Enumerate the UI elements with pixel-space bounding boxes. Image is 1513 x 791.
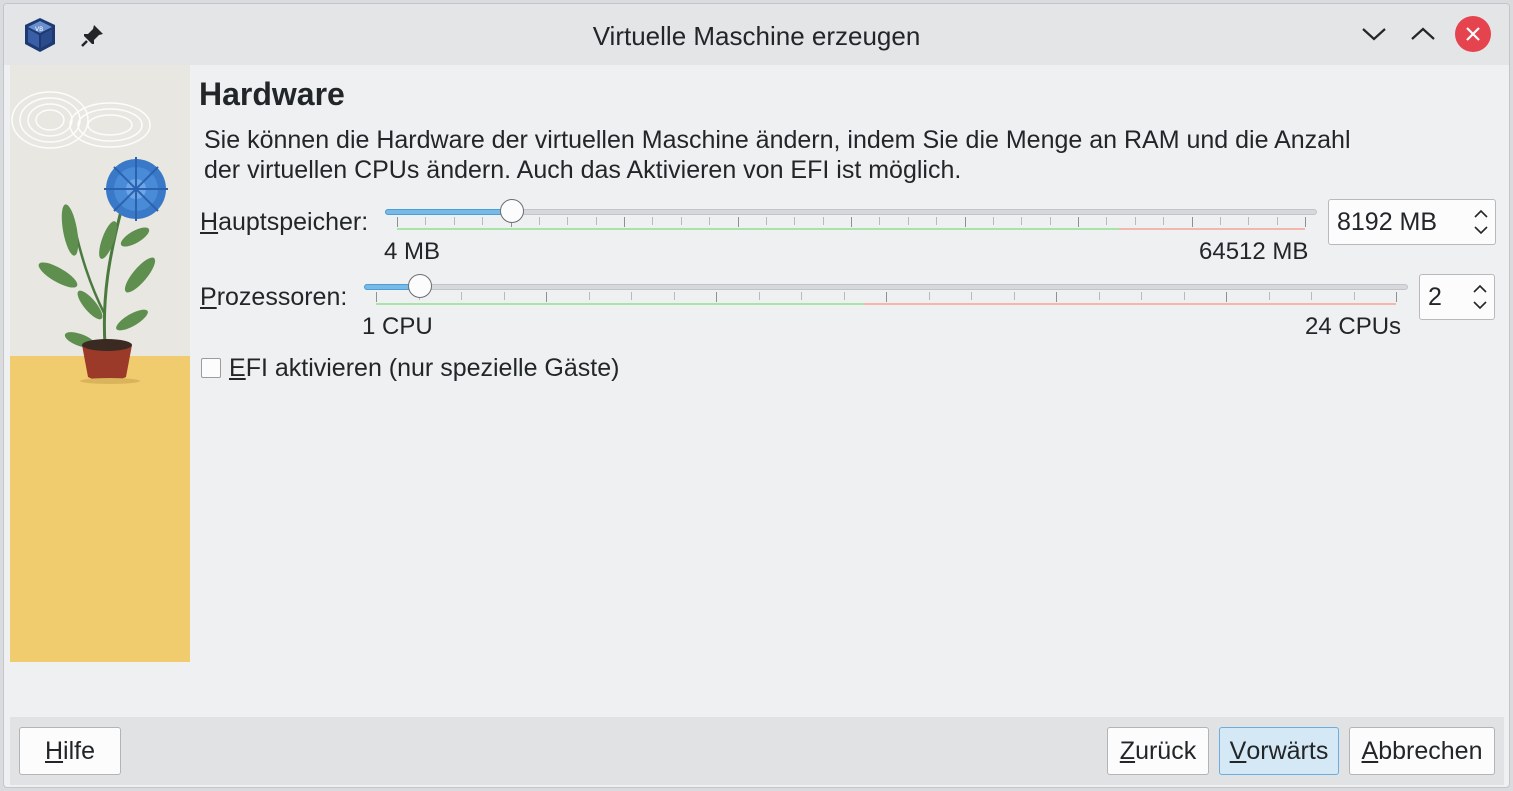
slider-tick	[680, 217, 682, 225]
slider-tick	[1311, 292, 1312, 300]
slider-tick	[503, 292, 505, 300]
memory-slider[interactable]	[385, 199, 1317, 233]
slider-ticks	[385, 217, 1317, 230]
slider-track	[385, 209, 1317, 215]
slider-tick	[709, 217, 711, 225]
efi-checkbox[interactable]	[201, 358, 221, 378]
slider-tick	[1013, 292, 1015, 300]
slider-tick	[538, 217, 540, 225]
slider-tick	[737, 217, 739, 227]
chevron-down-icon	[1362, 28, 1386, 41]
memory-label: Hauptspeicher:	[200, 208, 369, 236]
slider-tick	[1226, 292, 1227, 302]
cancel-button[interactable]: Abbrechen	[1349, 727, 1495, 775]
slider-tick	[907, 217, 909, 225]
processors-max-label: 24 CPUs	[1305, 313, 1402, 340]
spin-arrows-icon[interactable]	[1472, 282, 1488, 312]
memory-value: 8192 MB	[1337, 208, 1438, 236]
maximize-button[interactable]	[1405, 16, 1441, 52]
slider-tick	[1248, 217, 1250, 225]
slider-tick	[588, 292, 590, 300]
slider-tick	[765, 217, 767, 225]
close-icon	[1466, 27, 1480, 41]
slider-tick	[1191, 217, 1193, 227]
processors-slider[interactable]	[364, 274, 1408, 308]
processors-value: 2	[1428, 283, 1442, 311]
chevron-up-icon	[1411, 27, 1435, 40]
efi-label[interactable]: EFI aktivieren (nur spezielle Gäste)	[229, 354, 619, 383]
slider-tick	[1183, 292, 1185, 300]
slider-tick	[1305, 217, 1306, 227]
slider-tick	[1219, 217, 1221, 225]
next-button[interactable]: Vorwärts	[1219, 727, 1339, 775]
slider-tick	[716, 292, 717, 302]
slider-tick	[1276, 217, 1278, 225]
slider-tick	[886, 292, 887, 302]
slider-tick	[1098, 292, 1100, 300]
memory-min-label: 4 MB	[384, 238, 441, 265]
button-bar: Hilfe Zurück Vorwärts Abbrechen	[10, 717, 1504, 785]
dialog-window: VB Virtuelle Maschine erzeugen Hardware …	[3, 3, 1510, 788]
slider-tick	[376, 292, 377, 302]
wizard-illustration	[10, 65, 190, 662]
slider-tick	[843, 292, 845, 300]
processors-min-label: 1 CPU	[362, 313, 433, 340]
slider-tick	[546, 292, 547, 302]
slider-tick	[1141, 292, 1142, 300]
slider-tick	[971, 292, 972, 300]
spin-arrows-icon[interactable]	[1473, 207, 1489, 237]
slider-tick	[1106, 217, 1108, 225]
close-button[interactable]	[1455, 16, 1491, 52]
slider-tick	[992, 217, 994, 225]
page-description: Sie können die Hardware der virtuellen M…	[204, 126, 1351, 184]
slider-tick	[673, 292, 675, 300]
recommended-range	[376, 303, 864, 305]
excessive-range	[1118, 228, 1305, 230]
page-title: Hardware	[199, 76, 345, 112]
slider-tick	[928, 292, 930, 300]
memory-max-label: 64512 MB	[1199, 238, 1309, 265]
slider-track	[364, 284, 1408, 290]
slider-tick	[936, 217, 938, 225]
slider-tick	[879, 217, 881, 225]
excessive-range	[863, 303, 1396, 305]
title-bar: VB Virtuelle Maschine erzeugen	[4, 4, 1509, 65]
slider-tick	[1268, 292, 1270, 300]
slider-tick	[1021, 217, 1023, 225]
slider-tick	[1163, 217, 1165, 225]
window-title: Virtuelle Maschine erzeugen	[592, 21, 921, 51]
slider-tick	[1056, 292, 1057, 302]
slider-tick	[631, 292, 632, 300]
slider-tick	[567, 217, 569, 225]
processors-label: Prozessoren:	[200, 283, 348, 311]
slider-tick	[461, 292, 462, 300]
slider-ticks	[364, 292, 1408, 305]
slider-tick	[851, 217, 852, 227]
slider-tick	[397, 217, 398, 227]
slider-tick	[758, 292, 760, 300]
slider-tick	[453, 217, 455, 225]
processors-spinbox[interactable]: 2	[1419, 274, 1495, 320]
slider-tick	[595, 217, 597, 225]
slider-tick	[1396, 292, 1397, 302]
slider-tick	[425, 217, 427, 225]
slider-tick	[624, 217, 625, 227]
slider-fill	[385, 209, 513, 215]
slider-tick	[822, 217, 824, 225]
slider-tick	[1078, 217, 1079, 227]
slider-tick	[1353, 292, 1355, 300]
slider-tick	[1049, 217, 1051, 225]
help-button[interactable]: Hilfe	[19, 727, 121, 775]
slider-tick	[1134, 217, 1136, 225]
slider-tick	[482, 217, 484, 225]
slider-tick	[794, 217, 796, 225]
minimize-button[interactable]	[1356, 16, 1392, 52]
back-button[interactable]: Zurück	[1107, 727, 1209, 775]
slider-tick	[964, 217, 966, 227]
recommended-range	[397, 228, 1119, 230]
memory-spinbox[interactable]: 8192 MB	[1328, 199, 1496, 245]
slider-tick	[652, 217, 654, 225]
slider-tick	[801, 292, 802, 300]
